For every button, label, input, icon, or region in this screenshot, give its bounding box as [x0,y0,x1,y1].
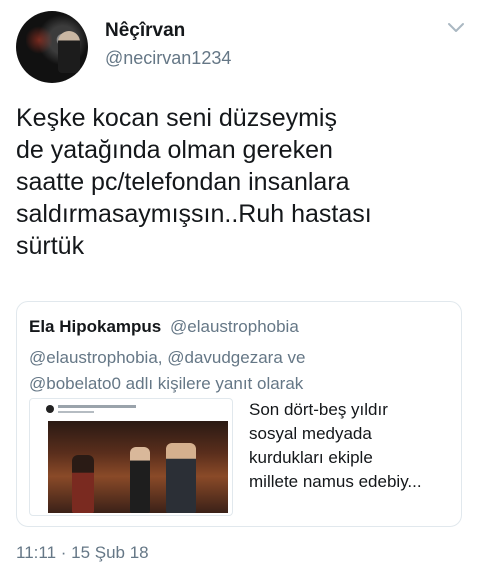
quoted-tweet-card[interactable]: Ela Hipokampus @elaustrophobia @elaustro… [16,301,462,527]
chevron-down-icon[interactable] [447,22,465,34]
thumbnail-photo [48,421,228,513]
photo-figure [130,447,150,513]
quoted-reply-context: @elaustrophobia, @davudgezara ve @bobela… [29,348,306,393]
tweet-text: Keşke kocan seni düzseymiş de yatağında … [16,104,372,260]
photo-figure [166,443,196,513]
quoted-media-thumbnail[interactable] [29,398,233,516]
quoted-display-name: Ela Hipokampus [29,317,162,336]
quoted-tweet-header: Ela Hipokampus @elaustrophobia [29,317,299,337]
thumbnail-subline [58,411,94,413]
author-avatar[interactable] [16,11,88,83]
quoted-tweet-text: Son dört-beş yıldır sosyal medyada kurdu… [249,400,422,491]
author-display-name[interactable]: Nêçîrvan [105,20,185,42]
avatar-photo-person [58,31,80,73]
author-handle[interactable]: @necirvan1234 [105,48,231,69]
thumbnail-header-line [58,405,136,408]
avatar-photo-glow [26,25,52,55]
thumbnail-avatar [46,405,54,413]
tweet-timestamp[interactable]: 11:11 · 15 Şub 18 [16,543,149,563]
photo-figure [72,455,94,513]
quoted-handle: @elaustrophobia [170,317,299,336]
